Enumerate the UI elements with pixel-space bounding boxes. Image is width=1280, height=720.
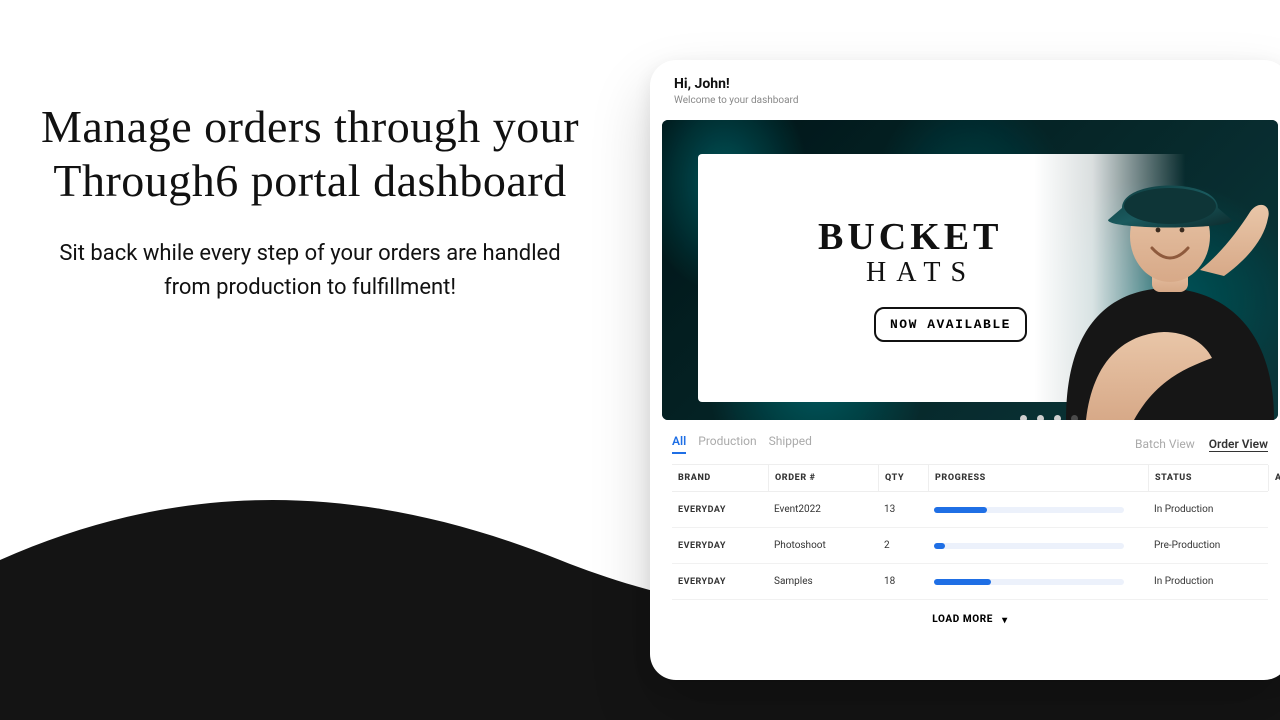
marketing-headline: Manage orders through your Through6 port… (40, 100, 580, 209)
table-row[interactable]: EVERYDAYEvent202213 In Production (672, 492, 1268, 528)
cell-brand: EVERYDAY (672, 493, 768, 527)
filter-tab-shipped[interactable]: Shipped (769, 434, 812, 454)
greeting-text: Hi, John! (674, 76, 1266, 92)
col-qty: QTY (878, 465, 928, 491)
col-brand: BRAND (672, 465, 768, 491)
dashboard-header: Hi, John! Welcome to your dashboard (650, 60, 1280, 116)
table-controls: All Production Shipped Batch View Order Vie… (650, 420, 1280, 458)
cell-brand: EVERYDAY (672, 565, 768, 599)
cell-alerts (1268, 534, 1280, 558)
carousel-dot[interactable] (1071, 415, 1078, 420)
cell-qty: 18 (878, 564, 928, 599)
filter-tabs: All Production Shipped (672, 434, 812, 454)
filter-tab-all[interactable]: All (672, 434, 686, 454)
cell-brand: EVERYDAY (672, 529, 768, 563)
chevron-down-icon: ▾ (1002, 615, 1008, 626)
banner-content: BUCKET HATS NOW AVAILABLE (698, 154, 1278, 402)
dashboard-card: Hi, John! Welcome to your dashboard BUCK… (650, 60, 1280, 680)
load-more-label: LOAD MORE (932, 614, 993, 625)
orders-table: BRAND ORDER # QTY PROGRESS STATUS ALERTS… (650, 458, 1280, 643)
banner-model-image (1036, 120, 1278, 420)
page-stage: Manage orders through your Through6 port… (0, 0, 1280, 720)
carousel-dots[interactable] (1020, 415, 1078, 420)
filter-tab-production[interactable]: Production (698, 434, 756, 454)
col-order: ORDER # (768, 465, 878, 491)
carousel-dot[interactable] (1037, 415, 1044, 420)
view-toggle-order-view[interactable]: Order View (1209, 437, 1268, 452)
welcome-text: Welcome to your dashboard (674, 95, 1266, 106)
table-header-row: BRAND ORDER # QTY PROGRESS STATUS ALERTS (672, 464, 1268, 492)
cell-status: In Production (1148, 492, 1268, 527)
promo-cta-button[interactable]: NOW AVAILABLE (874, 307, 1027, 342)
view-toggle: Batch View Order View (1135, 437, 1268, 452)
cell-alerts (1268, 498, 1280, 522)
marketing-subhead: Sit back while every step of your orders… (40, 237, 580, 305)
cell-qty: 2 (878, 528, 928, 563)
col-alerts: ALERTS (1268, 465, 1280, 491)
col-status: STATUS (1148, 465, 1268, 491)
cell-order: Event2022 (768, 492, 878, 527)
cell-status: Pre-Production (1148, 528, 1268, 563)
cell-order: Photoshoot (768, 528, 878, 563)
load-more-button[interactable]: LOAD MORE ▾ (672, 600, 1268, 643)
cell-progress (928, 531, 1148, 561)
table-row[interactable]: EVERYDAYSamples18 In Production (672, 564, 1268, 600)
promo-banner[interactable]: BUCKET HATS NOW AVAILABLE (662, 120, 1278, 420)
cell-progress (928, 495, 1148, 525)
cell-progress (928, 567, 1148, 597)
carousel-dot[interactable] (1020, 415, 1027, 420)
carousel-dot[interactable] (1054, 415, 1061, 420)
cell-status: In Production (1148, 564, 1268, 599)
cell-order: Samples (768, 564, 878, 599)
view-toggle-batch-view[interactable]: Batch View (1135, 437, 1195, 452)
table-row[interactable]: EVERYDAYPhotoshoot2 Pre-Production (672, 528, 1268, 564)
marketing-copy: Manage orders through your Through6 port… (0, 100, 620, 305)
col-progress: PROGRESS (928, 465, 1148, 491)
cell-qty: 13 (878, 492, 928, 527)
cell-alerts (1268, 570, 1280, 594)
